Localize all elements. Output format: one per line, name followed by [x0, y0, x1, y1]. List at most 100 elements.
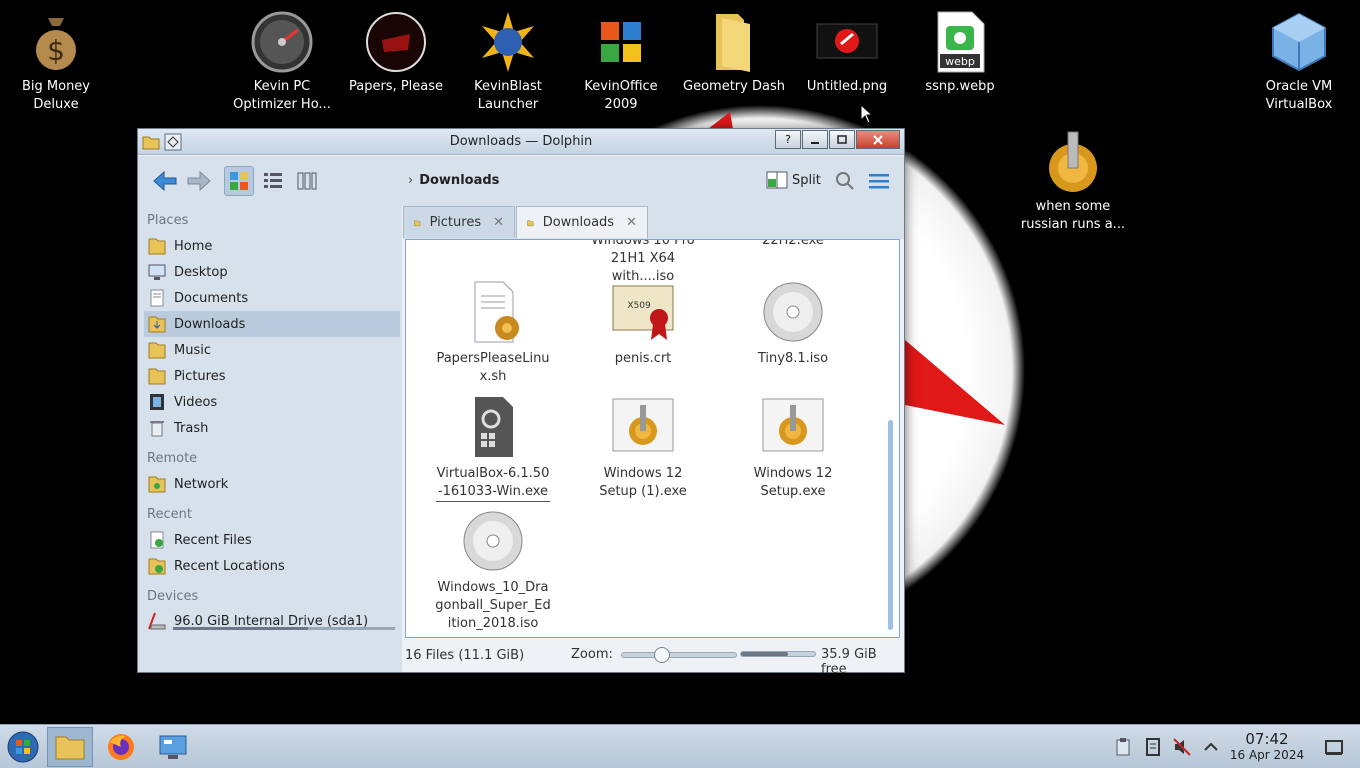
- minimize-button[interactable]: [802, 130, 828, 149]
- file-item[interactable]: Windows 12 Setup (1).exe: [568, 395, 718, 501]
- search-button[interactable]: [830, 166, 860, 196]
- desktop-icon-kevin-pc-optimizer[interactable]: Kevin PC Optimizer Ho...: [227, 10, 337, 114]
- disc-image-icon: [763, 282, 823, 342]
- help-button[interactable]: ?: [775, 130, 801, 149]
- arrow-left-icon: [153, 170, 177, 192]
- back-button[interactable]: [150, 166, 180, 196]
- places-item-label: Videos: [174, 394, 218, 410]
- office-logo-icon: [601, 22, 641, 62]
- firefox-icon: [108, 734, 134, 760]
- places-item-pictures[interactable]: Pictures: [144, 363, 400, 389]
- start-orb-icon: [7, 731, 39, 763]
- desktop-icon-oracle-vm-virtualbox[interactable]: Oracle VM VirtualBox: [1244, 10, 1354, 114]
- places-item-home[interactable]: Home: [144, 233, 400, 259]
- volume-muted-icon[interactable]: [1172, 737, 1192, 757]
- desktop-icon-untitled-png[interactable]: Untitled.png: [792, 10, 902, 96]
- chevron-up-icon[interactable]: [1201, 737, 1221, 757]
- file-name: penis.crt: [614, 351, 672, 366]
- details-view-button[interactable]: [258, 166, 288, 196]
- start-button[interactable]: [0, 727, 46, 767]
- webp-file-icon: webp: [937, 11, 985, 73]
- maximize-button[interactable]: [829, 130, 855, 149]
- installer-exe-icon: [762, 398, 824, 452]
- status-summary: 16 Files (11.1 GiB): [405, 647, 525, 663]
- folder-icon: [527, 219, 534, 226]
- window-titlebar[interactable]: Downloads — Dolphin ?: [138, 129, 904, 155]
- notes-tray-icon[interactable]: [1143, 737, 1163, 757]
- zoom-label: Zoom:: [571, 647, 613, 662]
- places-item-recent-locations[interactable]: Recent Locations: [144, 553, 400, 579]
- places-item-documents[interactable]: Documents: [144, 285, 400, 311]
- sunburst-icon: [482, 12, 534, 72]
- file-item[interactable]: 22H2.exe: [718, 240, 868, 250]
- folder-icon: [414, 219, 421, 226]
- desktop-icon-russian-script[interactable]: when some russian runs a...: [1018, 130, 1128, 234]
- desktop-icon-label: Oracle VM VirtualBox: [1265, 79, 1333, 112]
- desktop-icon-label: Kevin PC Optimizer Ho...: [233, 79, 331, 112]
- show-desktop-icon[interactable]: [1324, 737, 1344, 757]
- chevron-right-icon: ›: [408, 173, 414, 188]
- places-item-trash[interactable]: Trash: [144, 415, 400, 441]
- desktop-icon-kevinoffice-2009[interactable]: KevinOffice 2009: [566, 10, 676, 114]
- icons-view-button[interactable]: [224, 166, 254, 196]
- dolphin-window[interactable]: Downloads — Dolphin ? › Downloads Split P…: [137, 128, 905, 677]
- places-item-label: Network: [174, 476, 229, 492]
- arrow-right-icon: [187, 170, 211, 192]
- file-item[interactable]: VirtualBox-6.1.50-161033-Win.exe: [418, 395, 568, 502]
- places-item-label: Music: [174, 342, 211, 358]
- close-button[interactable]: [856, 130, 900, 149]
- desktop-icon-label: Untitled.png: [806, 79, 888, 94]
- tab-pictures[interactable]: Pictures ✕: [403, 206, 515, 238]
- places-item-videos[interactable]: Videos: [144, 389, 400, 415]
- file-item[interactable]: Windows 10 Pro 21H1 X64 with....iso: [568, 240, 718, 286]
- trash-icon: [147, 418, 167, 438]
- breadcrumb-current[interactable]: Downloads: [419, 173, 499, 188]
- desktop-icon-label: ssnp.webp: [925, 79, 995, 94]
- tab-close-icon[interactable]: ✕: [493, 215, 504, 230]
- tab-label: Downloads: [542, 215, 615, 230]
- windows-executable-icon: [475, 397, 513, 457]
- desktop-icon-geometry-dash[interactable]: Geometry Dash: [679, 10, 789, 96]
- file-item[interactable]: Windows_10_Dragonball_Super_Edition_2018…: [418, 509, 568, 633]
- tab-downloads[interactable]: Downloads ✕: [516, 206, 648, 238]
- taskbar-firefox[interactable]: [98, 727, 144, 767]
- breadcrumb[interactable]: › Downloads: [408, 173, 499, 188]
- places-item-label: Desktop: [174, 264, 228, 280]
- places-item-desktop[interactable]: Desktop: [144, 259, 400, 285]
- compact-view-button[interactable]: [292, 166, 322, 196]
- file-name: Tiny8.1.iso: [757, 351, 829, 366]
- zoom-slider[interactable]: [620, 646, 737, 663]
- desktop-icon-ssnp-webp[interactable]: webp ssnp.webp: [905, 10, 1015, 96]
- clock[interactable]: 07:42 16 Apr 2024: [1226, 731, 1308, 763]
- zoom-slider-handle[interactable]: [653, 646, 670, 663]
- places-item-label: Documents: [174, 290, 249, 306]
- split-button[interactable]: Split: [766, 170, 821, 190]
- forward-button[interactable]: [184, 166, 214, 196]
- vertical-scrollbar[interactable]: [888, 420, 893, 630]
- clipboard-tray-icon[interactable]: [1113, 737, 1133, 757]
- places-item-network[interactable]: Network: [144, 471, 400, 497]
- file-item[interactable]: X509 penis.crt: [568, 280, 718, 368]
- desktop-icon-papers-please[interactable]: Papers, Please: [341, 10, 451, 96]
- desktop-icon-label: KevinBlast Launcher: [474, 79, 542, 112]
- pictures-folder-icon: [147, 366, 167, 386]
- taskbar-system-settings[interactable]: [150, 727, 196, 767]
- hamburger-menu-button[interactable]: [864, 166, 894, 196]
- desktop-icon-big-money-deluxe[interactable]: $ Big Money Deluxe: [1, 10, 111, 114]
- home-folder-icon: [147, 236, 167, 256]
- file-item[interactable]: Tiny8.1.iso: [718, 280, 868, 368]
- taskbar-dolphin[interactable]: [47, 727, 93, 767]
- places-item-music[interactable]: Music: [144, 337, 400, 363]
- videos-folder-icon: [147, 392, 167, 412]
- places-item-downloads[interactable]: Downloads: [144, 311, 400, 337]
- file-item[interactable]: PapersPleaseLinux.sh: [418, 280, 568, 386]
- money-bag-icon: $: [36, 18, 76, 70]
- tab-close-icon[interactable]: ✕: [626, 215, 637, 230]
- installer-exe-icon: [612, 398, 674, 452]
- desktop-icon-kevinblast-launcher[interactable]: KevinBlast Launcher: [453, 10, 563, 114]
- places-item-internal-drive[interactable]: 96.0 GiB Internal Drive (sda1): [144, 608, 400, 634]
- places-item-recent-files[interactable]: Recent Files: [144, 527, 400, 553]
- virtualbox-icon: [1272, 12, 1326, 72]
- file-view[interactable]: Windows 10 Pro 21H1 X64 with....iso 22H2…: [405, 239, 900, 638]
- file-item[interactable]: Windows 12 Setup.exe: [718, 395, 868, 501]
